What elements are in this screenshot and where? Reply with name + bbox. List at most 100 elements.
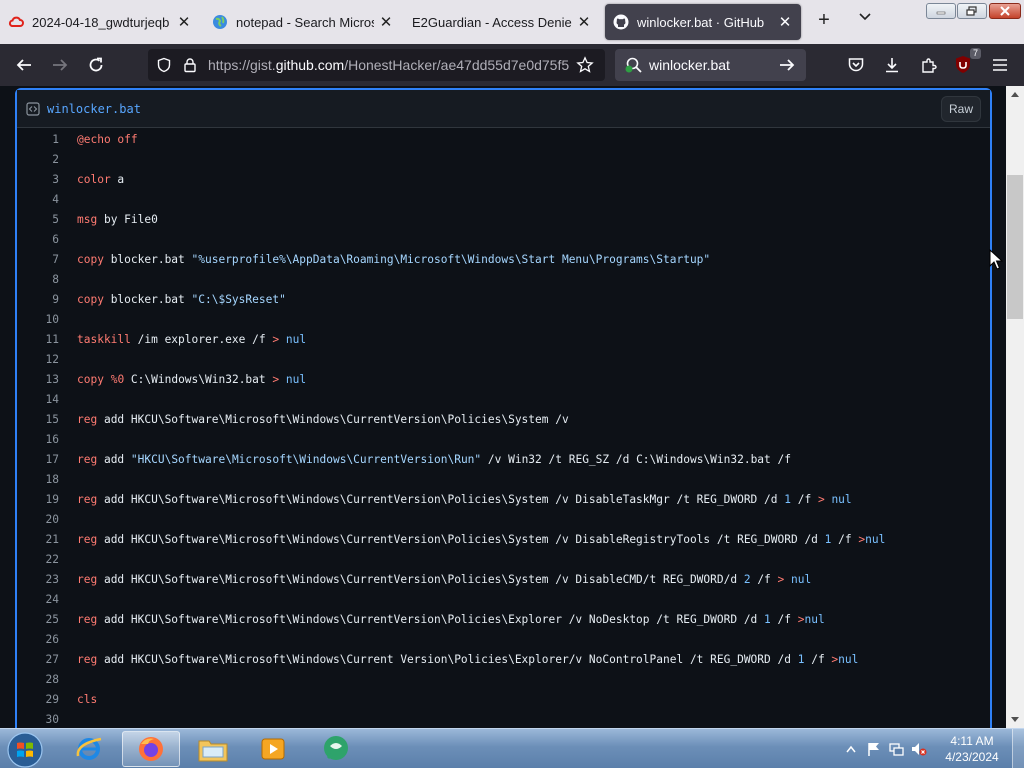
code-token: by File0 (97, 213, 158, 226)
taskbar-chat-app[interactable] (307, 731, 365, 767)
code-line: 19 reg add HKCU\Software\Microsoft\Window… (17, 490, 992, 510)
line-number[interactable]: 16 (17, 430, 59, 450)
close-tab-icon[interactable]: ✕ (378, 13, 394, 31)
clock-date: 4/23/2024 (945, 750, 999, 764)
code-token: nul (791, 573, 812, 586)
code-line: 3 color a (17, 170, 992, 190)
firefox-icon (139, 737, 163, 761)
line-number[interactable]: 26 (17, 630, 59, 650)
line-number[interactable]: 14 (17, 390, 59, 410)
code-token: copy (77, 373, 104, 386)
hamburger-menu-icon (993, 59, 1007, 71)
line-number[interactable]: 25 (17, 610, 59, 630)
app-menu-button[interactable] (989, 54, 1011, 76)
taskbar-clock[interactable]: 4:11 AM 4/23/2024 (936, 733, 1008, 765)
line-number[interactable]: 20 (17, 510, 59, 530)
start-button[interactable] (5, 731, 45, 768)
line-number[interactable]: 13 (17, 370, 59, 390)
tab-1[interactable]: 2024-04-18_gwdturjeqb | Fi ✕ (0, 4, 200, 40)
line-number[interactable]: 10 (17, 310, 59, 330)
close-tab-icon[interactable]: ✕ (777, 13, 793, 31)
list-all-tabs-button[interactable] (854, 10, 876, 32)
arrow-right-icon[interactable] (778, 56, 796, 74)
forward-button[interactable] (49, 54, 71, 76)
reload-button[interactable] (85, 54, 107, 76)
code-line: 2 (17, 150, 992, 170)
line-number[interactable]: 18 (17, 470, 59, 490)
code-line: 30 (17, 710, 992, 728)
tab-3[interactable]: E2Guardian - Access Denied ✕ (404, 4, 600, 40)
pocket-button[interactable] (845, 54, 867, 76)
arrow-right-icon (53, 59, 68, 71)
lock-icon[interactable] (182, 57, 198, 73)
line-number[interactable]: 27 (17, 650, 59, 670)
line-number[interactable]: 6 (17, 230, 59, 250)
line-number[interactable]: 3 (17, 170, 59, 190)
shield-icon[interactable] (156, 57, 172, 73)
line-number[interactable]: 30 (17, 710, 59, 728)
line-content: reg add HKCU\Software\Microsoft\Windows\… (59, 410, 569, 430)
line-number[interactable]: 4 (17, 190, 59, 210)
line-number[interactable]: 23 (17, 570, 59, 590)
extensions-button[interactable] (918, 54, 940, 76)
back-button[interactable] (13, 54, 35, 76)
action-center-flag-icon[interactable] (866, 741, 882, 757)
line-number[interactable]: 9 (17, 290, 59, 310)
line-number[interactable]: 24 (17, 590, 59, 610)
restore-window-button[interactable] (957, 3, 987, 19)
tab-2[interactable]: notepad - Search Microsoft ✕ (204, 4, 402, 40)
scroll-up-arrow[interactable] (1006, 86, 1024, 102)
line-number[interactable]: 17 (17, 450, 59, 470)
taskbar-firefox[interactable] (122, 731, 180, 767)
line-number[interactable]: 29 (17, 690, 59, 710)
code-line: 13 copy %0 C:\Windows\Win32.bat > nul (17, 370, 992, 390)
line-number[interactable]: 8 (17, 270, 59, 290)
close-window-button[interactable] (989, 3, 1021, 19)
windows-logo-icon (7, 732, 43, 768)
vertical-scrollbar[interactable] (1006, 86, 1024, 728)
line-content: reg add HKCU\Software\Microsoft\Windows\… (59, 490, 852, 510)
line-number[interactable]: 21 (17, 530, 59, 550)
downloads-button[interactable] (881, 54, 903, 76)
line-content: cls (59, 690, 97, 710)
show-hidden-icons-chevron-icon[interactable] (846, 745, 856, 753)
url-text[interactable]: https://gist.github.com/HonestHacker/ae4… (208, 57, 570, 73)
line-content: reg add HKCU\Software\Microsoft\Windows\… (59, 610, 825, 630)
search-input[interactable]: winlocker.bat (649, 57, 778, 73)
tab-4-active[interactable]: winlocker.bat · GitHub ✕ (605, 4, 801, 40)
taskbar-media-player[interactable] (244, 731, 302, 767)
code-token: "%userprofile%\AppData\Roaming\Microsoft… (191, 253, 711, 266)
line-number[interactable]: 11 (17, 330, 59, 350)
line-number[interactable]: 15 (17, 410, 59, 430)
ublock-origin-button[interactable]: 7 (953, 48, 981, 76)
taskbar-file-explorer[interactable] (184, 731, 242, 767)
volume-muted-icon[interactable] (910, 741, 928, 757)
code-line: 20 (17, 510, 992, 530)
line-number[interactable]: 5 (17, 210, 59, 230)
address-bar[interactable]: https://gist.github.com/HonestHacker/ae4… (148, 49, 605, 81)
minimize-window-button[interactable] (926, 3, 956, 19)
gist-filename-link[interactable]: winlocker.bat (47, 102, 141, 116)
close-tab-icon[interactable]: ✕ (176, 13, 192, 31)
tab-title: winlocker.bat · GitHub (637, 14, 765, 30)
scroll-down-arrow[interactable] (1006, 712, 1024, 728)
search-bar[interactable]: winlocker.bat (615, 49, 806, 81)
scrollbar-thumb[interactable] (1007, 175, 1023, 319)
line-content: @echo off (59, 130, 138, 150)
network-icon[interactable] (888, 741, 904, 757)
line-number[interactable]: 12 (17, 350, 59, 370)
taskbar-internet-explorer[interactable] (60, 731, 118, 767)
line-content (59, 430, 77, 450)
bookmark-star-icon[interactable] (576, 56, 594, 74)
line-number[interactable]: 2 (17, 150, 59, 170)
line-number[interactable]: 7 (17, 250, 59, 270)
show-desktop-button[interactable] (1012, 729, 1024, 768)
line-number[interactable]: 19 (17, 490, 59, 510)
line-content (59, 350, 77, 370)
raw-button[interactable]: Raw (941, 96, 981, 122)
line-number[interactable]: 1 (17, 130, 59, 150)
line-number[interactable]: 22 (17, 550, 59, 570)
line-number[interactable]: 28 (17, 670, 59, 690)
close-tab-icon[interactable]: ✕ (576, 13, 592, 31)
new-tab-button[interactable]: + (813, 10, 835, 32)
